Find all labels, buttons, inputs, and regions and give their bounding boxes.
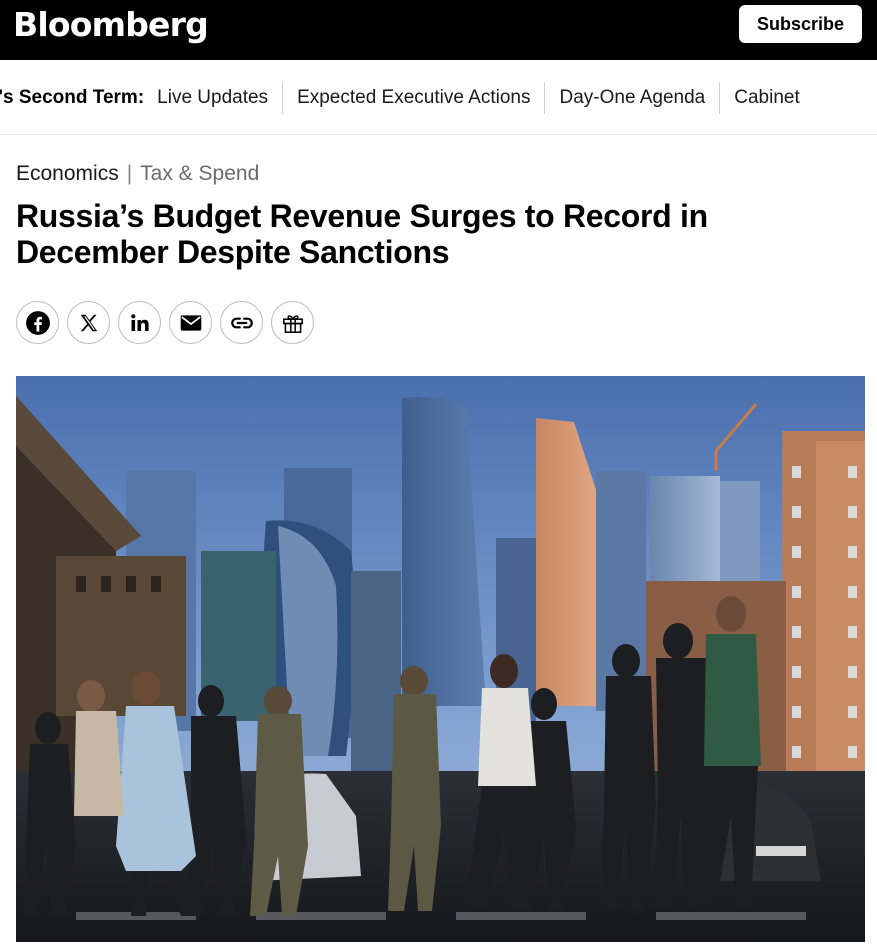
topic-nav-label: mp's Second Term: [0,87,145,108]
topic-nav-strip: mp's Second Term: Live Updates Expected … [0,60,877,135]
share-email-button[interactable] [169,301,212,344]
share-x-button[interactable] [67,301,110,344]
subscribe-button[interactable]: Subscribe [739,5,862,43]
hero-image[interactable] [16,376,865,942]
hero-photo-moscow-city-pedestrians [16,376,865,942]
topic-nav: mp's Second Term: Live Updates Expected … [0,82,814,114]
nav-link-live-updates[interactable]: Live Updates [157,82,282,114]
link-icon [230,317,253,328]
share-linkedin-button[interactable] [118,301,161,344]
share-link-button[interactable] [220,301,263,344]
bloomberg-logo[interactable]: Bloomberg [13,4,209,46]
nav-link-day-one-agenda[interactable]: Day-One Agenda [544,82,719,114]
x-icon [80,314,97,331]
email-icon [180,314,201,331]
nav-link-cabinet[interactable]: Cabinet [719,82,814,114]
eyebrow-separator: | [126,162,133,185]
facebook-icon [25,310,50,335]
gift-icon [282,314,303,333]
nav-link-expected-executive-actions[interactable]: Expected Executive Actions [282,82,544,114]
share-facebook-button[interactable] [16,301,59,344]
linkedin-icon [130,313,149,331]
subcategory-link[interactable]: Tax & Spend [140,162,259,185]
share-gift-button[interactable] [271,301,314,344]
top-bar: Bloomberg Subscribe [0,0,877,60]
share-buttons [16,301,314,344]
category-link[interactable]: Economics [16,162,119,185]
article-eyebrow: Economics | Tax & Spend [16,160,259,188]
article-headline: Russia’s Budget Revenue Surges to Record… [16,198,708,270]
